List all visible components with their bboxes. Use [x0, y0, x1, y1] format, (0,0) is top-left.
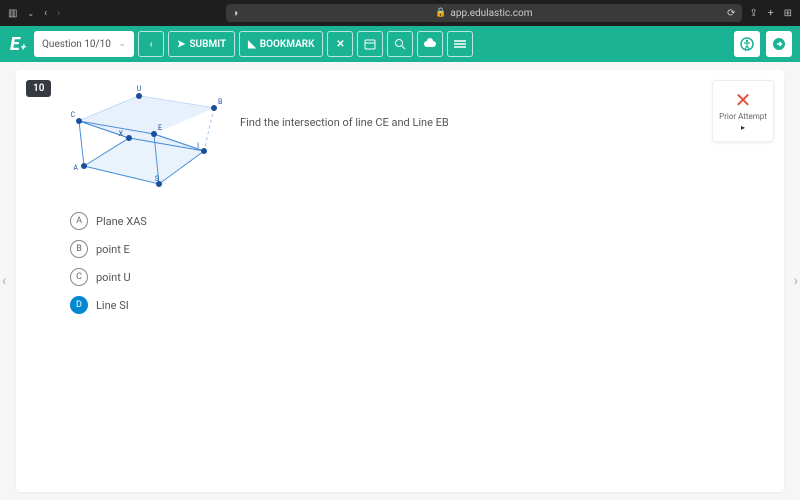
browser-forward-icon[interactable]: › — [57, 8, 60, 19]
question-number-badge: 10 — [26, 80, 51, 97]
calendar-button[interactable] — [357, 31, 383, 57]
prior-attempt-label: Prior Attempt — [719, 112, 767, 121]
caret-right-icon: ▸ — [741, 123, 745, 132]
calendar-icon — [364, 38, 376, 50]
lines-button[interactable] — [447, 31, 473, 57]
question-selector-label: Question 10/10 — [42, 39, 111, 50]
browser-back-icon[interactable]: ‹ — [44, 8, 47, 19]
choice-bubble: C — [70, 268, 88, 286]
svg-text:C: C — [70, 111, 75, 119]
browser-url-bar[interactable]: ◑ 🔒 app.edulastic.com ⟳ — [226, 4, 741, 22]
search-button[interactable] — [387, 31, 413, 57]
accessibility-icon — [740, 37, 754, 51]
lock-icon: 🔒 — [435, 8, 446, 18]
question-card: 10 ✕ Prior Attempt ▸ — [16, 70, 784, 492]
accessibility-button[interactable] — [734, 31, 760, 57]
choice-text: point E — [96, 243, 130, 256]
send-icon: ➤ — [177, 39, 185, 50]
page-body: ‹ › 10 ✕ Prior Attempt ▸ — [0, 62, 800, 500]
search-icon — [394, 38, 406, 50]
choice-b[interactable]: B point E — [70, 240, 760, 258]
page-prev-button[interactable]: ‹ — [2, 273, 6, 289]
app-logo: E+ — [10, 34, 26, 55]
choice-text: Line SI — [96, 299, 129, 312]
page-next-button[interactable]: › — [794, 273, 798, 289]
answer-choices: A Plane XAS B point E C point U D Line S… — [70, 212, 760, 314]
choice-a[interactable]: A Plane XAS — [70, 212, 760, 230]
prior-attempt-panel[interactable]: ✕ Prior Attempt ▸ — [712, 80, 774, 142]
cloud-icon — [423, 39, 437, 49]
exit-icon — [772, 37, 786, 51]
close-button[interactable]: ✕ — [327, 31, 353, 57]
browser-url-text: app.edulastic.com — [450, 8, 532, 19]
toolbar-prev-button[interactable]: ‹ — [138, 31, 164, 57]
choice-bubble: B — [70, 240, 88, 258]
choice-text: Plane XAS — [96, 215, 147, 228]
submit-button[interactable]: ➤ SUBMIT — [168, 31, 235, 57]
browser-dropdown-icon[interactable]: ⌄ — [27, 9, 34, 18]
svg-text:B: B — [218, 98, 222, 106]
bookmark-icon: ◣ — [248, 39, 256, 50]
svg-text:S: S — [155, 175, 159, 183]
svg-text:X: X — [119, 130, 124, 138]
sidebar-toggle-icon[interactable]: ▥ — [8, 8, 17, 19]
lines-icon — [453, 39, 467, 49]
share-icon[interactable]: ⇪ — [750, 8, 758, 19]
svg-text:I: I — [197, 142, 199, 150]
exit-button[interactable] — [766, 31, 792, 57]
tabs-icon[interactable]: ⊞ — [784, 8, 792, 19]
shield-icon: ◑ — [232, 8, 238, 19]
choice-bubble: D — [70, 296, 88, 314]
bookmark-button[interactable]: ◣ BOOKMARK — [239, 31, 323, 57]
choice-c[interactable]: C point U — [70, 268, 760, 286]
choice-d[interactable]: D Line SI — [70, 296, 760, 314]
submit-label: SUBMIT — [189, 39, 226, 50]
choice-bubble: A — [70, 212, 88, 230]
x-mark-icon: ✕ — [735, 90, 752, 110]
new-tab-icon[interactable]: + — [768, 8, 774, 19]
question-selector[interactable]: Question 10/10 ⌄ — [34, 31, 134, 57]
browser-chrome: ▥ ⌄ ‹ › ◑ 🔒 app.edulastic.com ⟳ ⇪ + ⊞ — [0, 0, 800, 26]
app-toolbar: E+ Question 10/10 ⌄ ‹ ➤ SUBMIT ◣ BOOKMAR… — [0, 26, 800, 62]
bookmark-label: BOOKMARK — [260, 39, 315, 50]
svg-text:A: A — [73, 164, 78, 172]
choice-text: point U — [96, 271, 131, 284]
svg-text:E: E — [158, 124, 162, 132]
reload-icon[interactable]: ⟳ — [727, 8, 735, 19]
svg-text:U: U — [137, 85, 142, 93]
geometry-diagram: U B C E X I A S — [64, 86, 224, 196]
question-prompt: Find the intersection of line CE and Lin… — [240, 116, 449, 129]
cloud-button[interactable] — [417, 31, 443, 57]
chevron-down-icon: ⌄ — [119, 39, 127, 49]
